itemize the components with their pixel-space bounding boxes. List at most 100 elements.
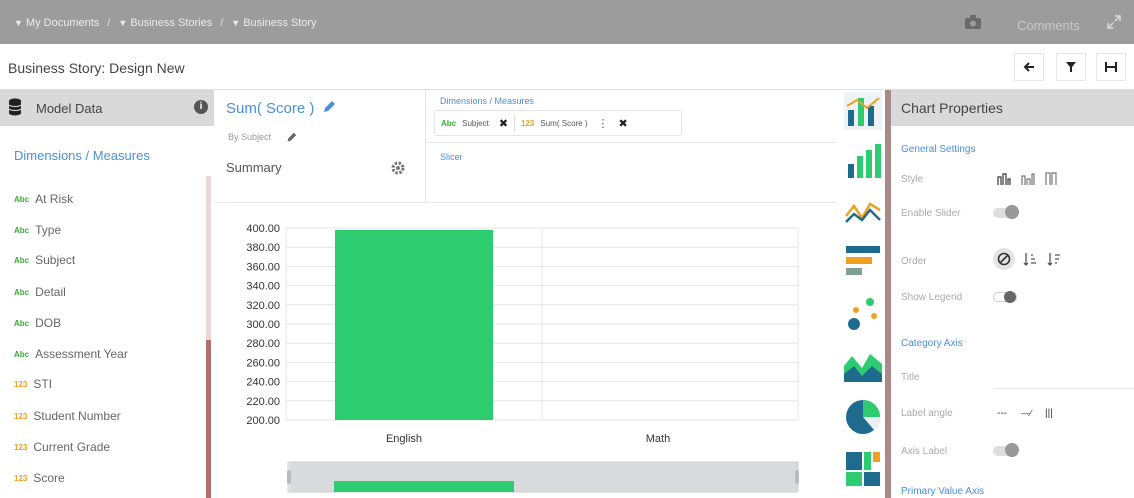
chart-type-palette: [836, 90, 890, 498]
text-type-icon: Abc: [441, 118, 457, 128]
measure-pill-sum-score[interactable]: 123 Sum( Score ) ⋮ ✖: [515, 117, 634, 130]
style-label: Style: [901, 174, 924, 185]
text-type-icon: Abc: [14, 194, 30, 204]
enable-slider-toggle[interactable]: [993, 205, 1019, 219]
left-scrollbar[interactable]: [206, 176, 211, 498]
field-label: Current Grade: [33, 440, 111, 454]
chart-canvas: 400.00 380.00 360.00 340.00 320.00 300.00 280.…: [246, 223, 799, 493]
y-tick-label: 260.00: [246, 357, 280, 369]
slider-preview-bar: [334, 481, 514, 492]
slider-handle-right[interactable]: [795, 470, 799, 484]
axis-title-input[interactable]: [993, 388, 1134, 389]
breadcrumb-item-business-stories[interactable]: ▼ Business Stories: [118, 17, 212, 29]
field-item-student-number[interactable]: 123 Student Number: [14, 409, 121, 423]
number-type-icon: 123: [14, 473, 28, 483]
y-tick-label: 200.00: [246, 415, 280, 427]
slider-handle-left[interactable]: [287, 470, 291, 484]
combo-chart-icon[interactable]: [844, 92, 882, 130]
dimensions-pill-box: Abc Subject ✖ 123 Sum( Score ) ⋮ ✖: [434, 110, 682, 136]
toggle-knob: [1005, 205, 1019, 219]
fit-width-icon: [1105, 62, 1117, 72]
sort-ascending-icon[interactable]: [1023, 252, 1037, 266]
text-type-icon: Abc: [14, 287, 30, 297]
dimension-pill-subject[interactable]: Abc Subject ✖: [435, 117, 514, 130]
pencil-icon[interactable]: [286, 132, 297, 143]
expand-icon[interactable]: [1106, 14, 1122, 30]
model-data-panel: Model Data i Dimensions / Measures Abc At…: [0, 90, 214, 498]
stacked-style-icon[interactable]: [1021, 172, 1035, 186]
field-item-type[interactable]: Abc Type: [14, 223, 61, 237]
field-item-at-risk[interactable]: Abc At Risk: [14, 192, 73, 206]
show-legend-toggle[interactable]: [993, 291, 1017, 303]
field-label: DOB: [35, 316, 62, 330]
field-item-detail[interactable]: Abc Detail: [14, 285, 66, 299]
chart-properties-header: Chart Properties: [891, 90, 1134, 126]
fit-width-button[interactable]: [1096, 53, 1126, 81]
primary-value-axis-title: Primary Value Axis: [901, 486, 985, 497]
remove-icon[interactable]: ✖: [619, 117, 628, 130]
y-tick-label: 300.00: [246, 319, 280, 331]
breadcrumb: ▼ My Documents / ▼ Business Stories / ▼ Bus…: [14, 17, 317, 29]
sort-descending-icon[interactable]: [1047, 252, 1061, 266]
field-item-assessment-year[interactable]: Abc Assessment Year: [14, 347, 128, 361]
y-tick-label: 320.00: [246, 300, 280, 312]
field-item-score[interactable]: 123 Score: [14, 471, 65, 485]
breadcrumb-item-my-documents[interactable]: ▼ My Documents: [14, 17, 99, 29]
remove-icon[interactable]: ✖: [499, 117, 508, 130]
scatter-chart-icon[interactable]: [844, 294, 882, 332]
y-tick-label: 280.00: [246, 338, 280, 350]
back-button[interactable]: [1014, 53, 1044, 81]
more-options-icon[interactable]: ⋮: [598, 117, 609, 130]
field-label: Assessment Year: [35, 347, 128, 361]
chart-properties-title: Chart Properties: [901, 100, 1003, 116]
treemap-chart-icon[interactable]: [844, 450, 882, 488]
by-subject-label: By Subject: [228, 132, 272, 142]
y-tick-label: 220.00: [246, 396, 280, 408]
chart-properties-panel: Chart Properties General Settings Style …: [891, 90, 1134, 498]
y-tick-label: 240.00: [246, 377, 280, 389]
order-none-button[interactable]: [993, 248, 1015, 270]
text-type-icon: Abc: [14, 349, 30, 359]
field-item-dob[interactable]: Abc DOB: [14, 316, 61, 330]
bar-style-icon[interactable]: [997, 172, 1011, 186]
caret-down-icon: ▼: [14, 18, 23, 28]
field-item-current-grade[interactable]: 123 Current Grade: [14, 440, 110, 454]
scrollbar-thumb[interactable]: [206, 340, 211, 498]
label-angle-diagonal-button[interactable]: —∕: [1021, 408, 1032, 418]
pill-label: Subject: [462, 118, 489, 128]
label-angle-vertical-button[interactable]: |||: [1045, 408, 1053, 419]
summary-card: Sum( Score ) By Subject Summary: [214, 90, 426, 202]
pencil-icon[interactable]: [322, 100, 336, 114]
measure-title[interactable]: Sum( Score ): [226, 100, 314, 117]
summary-name: Summary: [226, 160, 282, 175]
axis-label-label: Axis Label: [901, 446, 948, 457]
axis-label-toggle[interactable]: [993, 443, 1019, 457]
model-data-header: Model Data i: [0, 90, 214, 126]
percent-style-icon[interactable]: [1045, 172, 1059, 186]
label-angle-label: Label angle: [901, 408, 953, 419]
comments-button[interactable]: Comments: [1017, 18, 1080, 33]
design-area: Sum( Score ) By Subject Summary Dimensio…: [214, 90, 836, 498]
line-chart-icon[interactable]: [844, 192, 882, 230]
label-angle-horizontal-button[interactable]: ---: [997, 408, 1007, 419]
field-label: At Risk: [35, 192, 74, 206]
gear-icon[interactable]: [390, 160, 406, 176]
title-bar: Business Story: Design New: [0, 44, 1134, 90]
filter-button[interactable]: [1056, 53, 1086, 81]
area-chart-icon[interactable]: [844, 346, 882, 384]
field-label: STI: [33, 377, 53, 391]
bar-english[interactable]: [335, 229, 493, 420]
divider: [426, 142, 836, 143]
field-item-subject[interactable]: Abc Subject: [14, 253, 75, 267]
info-icon[interactable]: i: [194, 100, 208, 114]
bar-chart-icon[interactable]: [844, 142, 882, 180]
order-label: Order: [901, 256, 927, 267]
dimensions-measures-label: Dimensions / Measures: [440, 96, 535, 106]
horizontal-bar-chart-icon[interactable]: [844, 242, 882, 280]
y-tick-label: 380.00: [246, 242, 280, 254]
toggle-knob: [1004, 291, 1016, 303]
camera-icon[interactable]: [964, 14, 982, 30]
pie-chart-icon[interactable]: [844, 398, 882, 436]
breadcrumb-item-business-story[interactable]: ▼ Business Story: [231, 17, 316, 29]
field-item-sti[interactable]: 123 STI: [14, 377, 52, 391]
